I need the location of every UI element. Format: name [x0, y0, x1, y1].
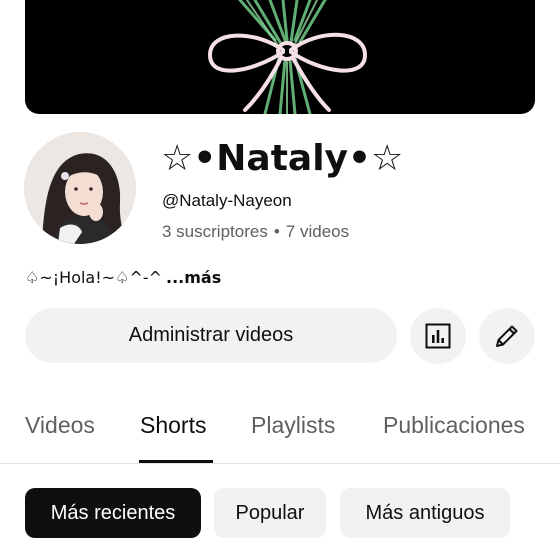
- subscriber-count: 3 suscriptores: [162, 222, 268, 241]
- pencil-icon: [496, 325, 518, 347]
- more-link[interactable]: ...más: [166, 268, 221, 287]
- avatar-photo: [24, 132, 136, 244]
- filter-chip-label: Popular: [235, 501, 305, 524]
- analytics-icon: [425, 323, 451, 349]
- meta-separator: •: [273, 222, 280, 241]
- tab-videos[interactable]: Videos: [25, 412, 95, 439]
- filter-chip-label: Más recientes: [50, 501, 176, 524]
- manage-videos-label: Administrar videos: [128, 324, 294, 346]
- banner-bouquet-art: [208, 0, 367, 114]
- channel-description[interactable]: ♤~¡Hola!~♤^-^ ...más: [25, 268, 221, 287]
- video-count: 7 videos: [285, 222, 350, 241]
- analytics-button[interactable]: [410, 308, 466, 364]
- filter-chip-popular[interactable]: Popular: [214, 488, 326, 538]
- edit-channel-button[interactable]: [479, 308, 535, 364]
- filter-chip-most-recent[interactable]: Más recientes: [25, 488, 201, 538]
- channel-stats: 3 suscriptores • 7 videos: [162, 222, 349, 242]
- tab-playlists[interactable]: Playlists: [251, 412, 335, 439]
- channel-name: ☆•Nataly•☆: [161, 138, 404, 179]
- channel-banner: [25, 0, 535, 114]
- description-text: ♤~¡Hola!~♤^-^: [25, 268, 162, 287]
- channel-avatar[interactable]: [24, 132, 136, 244]
- channel-tabs: Videos Shorts Playlists Publicaciones: [0, 400, 560, 464]
- filter-chip-label: Más antiguos: [365, 501, 485, 524]
- filter-chip-oldest[interactable]: Más antiguos: [340, 488, 510, 538]
- manage-videos-button[interactable]: Administrar videos: [25, 308, 397, 363]
- channel-handle: @Nataly-Nayeon: [162, 191, 292, 210]
- active-tab-indicator: [139, 460, 213, 463]
- tab-publicaciones[interactable]: Publicaciones: [383, 412, 525, 439]
- tab-shorts[interactable]: Shorts: [140, 412, 206, 439]
